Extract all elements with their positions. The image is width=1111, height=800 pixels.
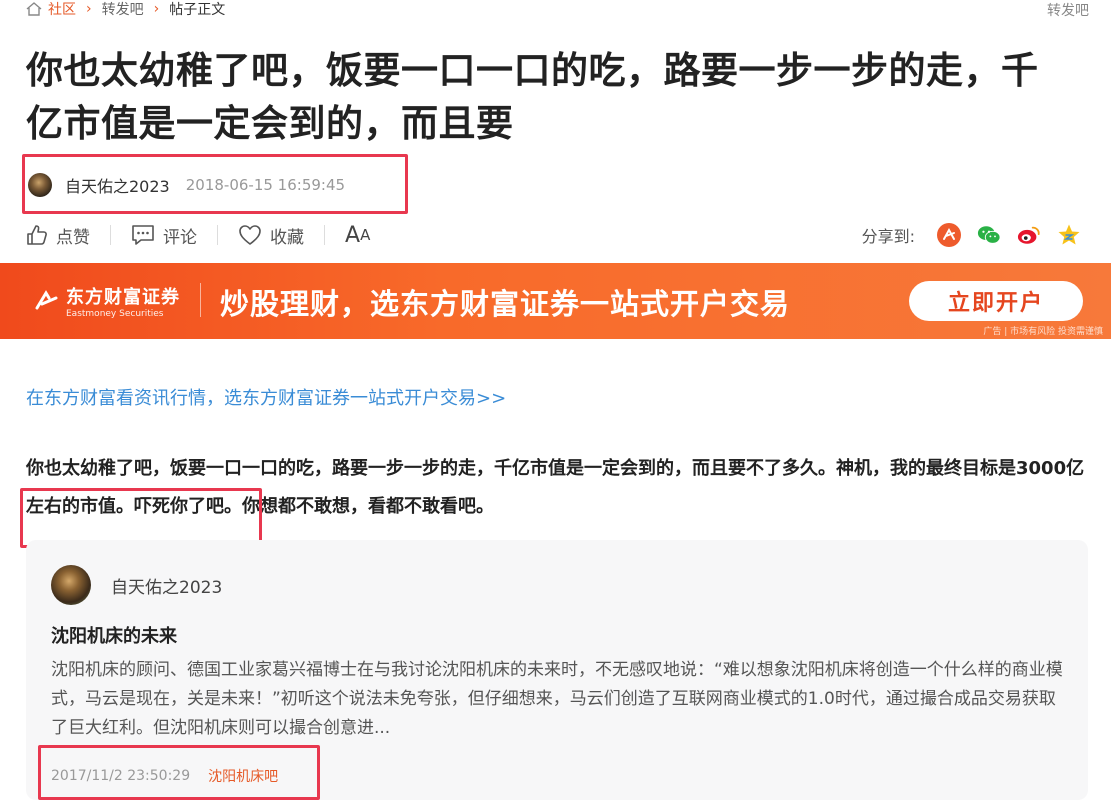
breadcrumb-forum[interactable]: 转发吧 (102, 0, 144, 19)
divider (200, 283, 201, 317)
post-toolbar: 点赞 评论 收藏 AA (26, 220, 370, 250)
ad-banner[interactable]: 东方财富证券 Eastmoney Securities 炒股理财，选东方财富证券… (0, 263, 1111, 339)
quoted-author-name[interactable]: 自天佑之2023 (111, 573, 222, 598)
highlight-box-body (20, 488, 262, 548)
breadcrumb-current: 帖子正文 (169, 2, 226, 18)
eastmoney-logo: 东方财富证券 Eastmoney Securities (34, 283, 180, 319)
post-title: 你也太幼稚了吧，饭要一口一口的吃，路要一步一步的走，千亿市值是一定会到的，而且要 (26, 49, 1039, 145)
logo-cn: 东方财富证券 (66, 287, 180, 308)
logo-en: Eastmoney Securities (66, 309, 164, 319)
divider (324, 225, 325, 245)
comment-label: 评论 (163, 227, 197, 248)
breadcrumb: 社区 › 转发吧 › 帖子正文 (26, 0, 225, 18)
promo-link[interactable]: 在东方财富看资讯行情，选东方财富证券一站式开户交易>> (26, 384, 506, 410)
quoted-author-row: 自天佑之2023 (51, 565, 222, 605)
chevron-right-icon: › (153, 1, 160, 17)
quoted-post-excerpt: 沈阳机床的顾问、德国工业家葛兴福博士在与我讨论沈阳机床的未来时，不无感叹地说：“… (51, 660, 1063, 738)
ad-note: 广告 | 市场有风险 投资需谨慎 (983, 327, 1103, 337)
like-label: 点赞 (56, 227, 90, 248)
forum-link[interactable]: 转发吧 (1047, 0, 1089, 20)
divider (217, 225, 218, 245)
breadcrumb-community[interactable]: 社区 (48, 0, 76, 19)
weibo-icon[interactable] (1017, 223, 1041, 247)
wechat-icon[interactable] (977, 223, 1001, 247)
avatar[interactable] (51, 565, 91, 605)
qzone-icon[interactable] (1057, 223, 1081, 247)
quoted-post-title[interactable]: 沈阳机床的未来 (51, 622, 177, 648)
favorite-button[interactable]: 收藏 (238, 223, 304, 248)
share-bar: 分享到: (862, 221, 1081, 249)
home-icon[interactable] (26, 2, 42, 16)
highlight-box-quote-footer (38, 745, 320, 800)
highlight-box-author (22, 154, 408, 214)
eastmoney-logo-icon (35, 290, 58, 310)
chevron-right-icon: › (86, 1, 92, 17)
thumbs-up-icon (27, 225, 47, 245)
font-size-large-glyph: A (345, 222, 361, 248)
like-button[interactable]: 点赞 (26, 223, 90, 248)
comment-icon (132, 225, 154, 245)
open-account-button[interactable]: 立即开户 (909, 281, 1083, 321)
share-eastmoney-icon[interactable] (937, 223, 961, 247)
banner-slogan: 炒股理财，选东方财富证券一站式开户交易 (220, 287, 791, 321)
share-label: 分享到: (861, 227, 915, 246)
favorite-label: 收藏 (270, 227, 304, 248)
font-size-button[interactable]: AA (345, 223, 370, 248)
comment-button[interactable]: 评论 (131, 223, 197, 248)
font-size-small-glyph: A (360, 226, 371, 244)
heart-icon (239, 225, 261, 245)
divider (110, 225, 111, 245)
